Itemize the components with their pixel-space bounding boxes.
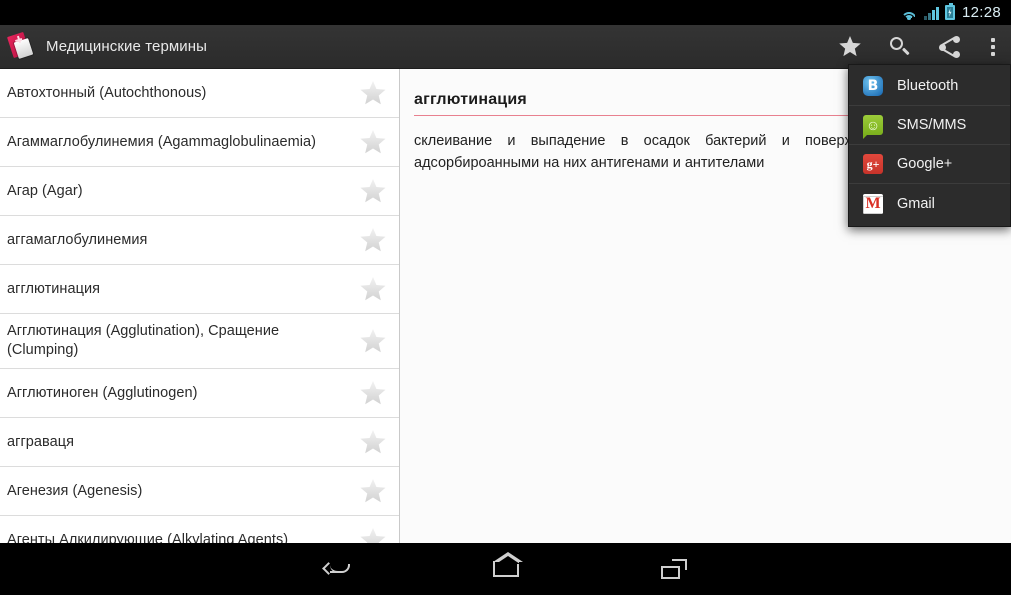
share-menu-item-googleplus[interactable]: Google+ [849,145,1010,184]
navigation-bar [0,543,1011,595]
star-outline-icon [360,381,386,405]
favorite-toggle[interactable] [347,381,399,406]
list-item[interactable]: Автохтонный (Autochthonous) [0,69,399,118]
favorite-toggle[interactable] [347,528,399,543]
share-menu-item-gmail[interactable]: Gmail [849,184,1010,223]
recents-button[interactable] [649,549,699,589]
star-outline-icon [360,228,386,252]
list-item[interactable]: Агар (Agar) [0,167,399,216]
list-item[interactable]: агграваця [0,418,399,467]
home-icon [492,552,523,577]
share-menu-item-sms[interactable]: SMS/MMS [849,106,1010,145]
wifi-icon [900,6,918,20]
star-outline-icon [360,179,386,203]
terms-list[interactable]: Автохтонный (Autochthonous) Агаммаглобул… [0,69,400,543]
favorite-toggle[interactable] [347,130,399,155]
list-item-label: Агглютиноген (Agglutinogen) [7,384,198,401]
overflow-button[interactable] [975,25,1011,69]
action-bar: Медицинские термины [0,25,1011,69]
list-item-label: Автохтонный (Autochthonous) [7,84,207,101]
list-item-label: Агар (Agar) [7,182,83,199]
star-outline-icon [360,277,386,301]
bluetooth-icon [863,76,883,96]
page-title: Медицинские термины [46,38,208,55]
overflow-menu-icon [991,37,995,56]
search-button[interactable] [875,25,925,69]
list-item-label: Агенезия (Agenesis) [7,482,143,499]
recent-apps-icon [660,559,687,579]
share-menu-item-label: Gmail [897,195,935,212]
star-outline-icon [360,329,386,353]
share-menu-item-bluetooth[interactable]: Bluetooth [849,67,1010,106]
list-item-label: Агглютинация (Agglutination), Сращение (… [7,323,280,358]
google-plus-icon [863,154,883,174]
android-tablet-screen: 12:28 Медицинские термины Автохтонный (A… [0,0,1011,595]
share-button[interactable] [925,25,975,69]
favorite-toggle[interactable] [347,228,399,253]
home-button[interactable] [481,549,531,589]
list-item[interactable]: Агаммаглобулинемия (Agammaglobulinaemia) [0,118,399,167]
list-item[interactable]: аггамаглобулинемия [0,216,399,265]
status-clock: 12:28 [961,4,1001,21]
search-icon [889,36,911,58]
share-menu-item-label: Bluetooth [897,78,959,94]
list-item[interactable]: агглютинация [0,265,399,314]
share-icon [939,35,961,58]
status-icons [900,3,955,20]
signal-icon [923,6,939,20]
action-bar-buttons [825,25,1011,69]
star-outline-icon [360,430,386,454]
list-item-label: агграваця [7,433,74,450]
favorite-toggle[interactable] [347,277,399,302]
list-item-label: агглютинация [7,280,101,297]
favorite-toggle[interactable] [347,329,399,354]
favorite-toggle[interactable] [347,179,399,204]
star-icon [839,36,861,57]
share-menu-item-label: SMS/MMS [897,117,967,133]
list-item[interactable]: Агглютинация (Agglutination), Сращение (… [0,314,399,369]
favorite-toggle[interactable] [347,81,399,106]
back-button[interactable] [313,549,363,589]
favorites-button[interactable] [825,25,875,69]
favorite-toggle[interactable] [347,430,399,455]
favorite-toggle[interactable] [347,479,399,504]
share-dropdown-menu[interactable]: Bluetooth SMS/MMS Google+ Gmail [848,64,1011,227]
share-menu-item-label: Google+ [897,156,953,172]
back-icon [321,560,352,578]
star-outline-icon [360,479,386,503]
list-item-label: Агаммаглобулинемия (Agammaglobulinaemia) [7,133,317,150]
status-bar: 12:28 [0,0,1011,25]
list-item[interactable]: Агглютиноген (Agglutinogen) [0,369,399,418]
list-item[interactable]: Агенезия (Agenesis) [0,467,399,516]
star-outline-icon [360,81,386,105]
gmail-icon [863,193,883,214]
list-item[interactable]: Агенты Алкилирующие (Alkylating Agents) [0,516,399,543]
list-item-label: Агенты Алкилирующие (Alkylating Agents) [7,531,289,544]
star-outline-icon [360,528,386,543]
medical-book-icon[interactable] [7,31,37,62]
list-item-label: аггамаглобулинемия [7,231,148,248]
battery-charging-icon [944,3,955,20]
sms-icon [863,115,883,139]
star-outline-icon [360,130,386,154]
